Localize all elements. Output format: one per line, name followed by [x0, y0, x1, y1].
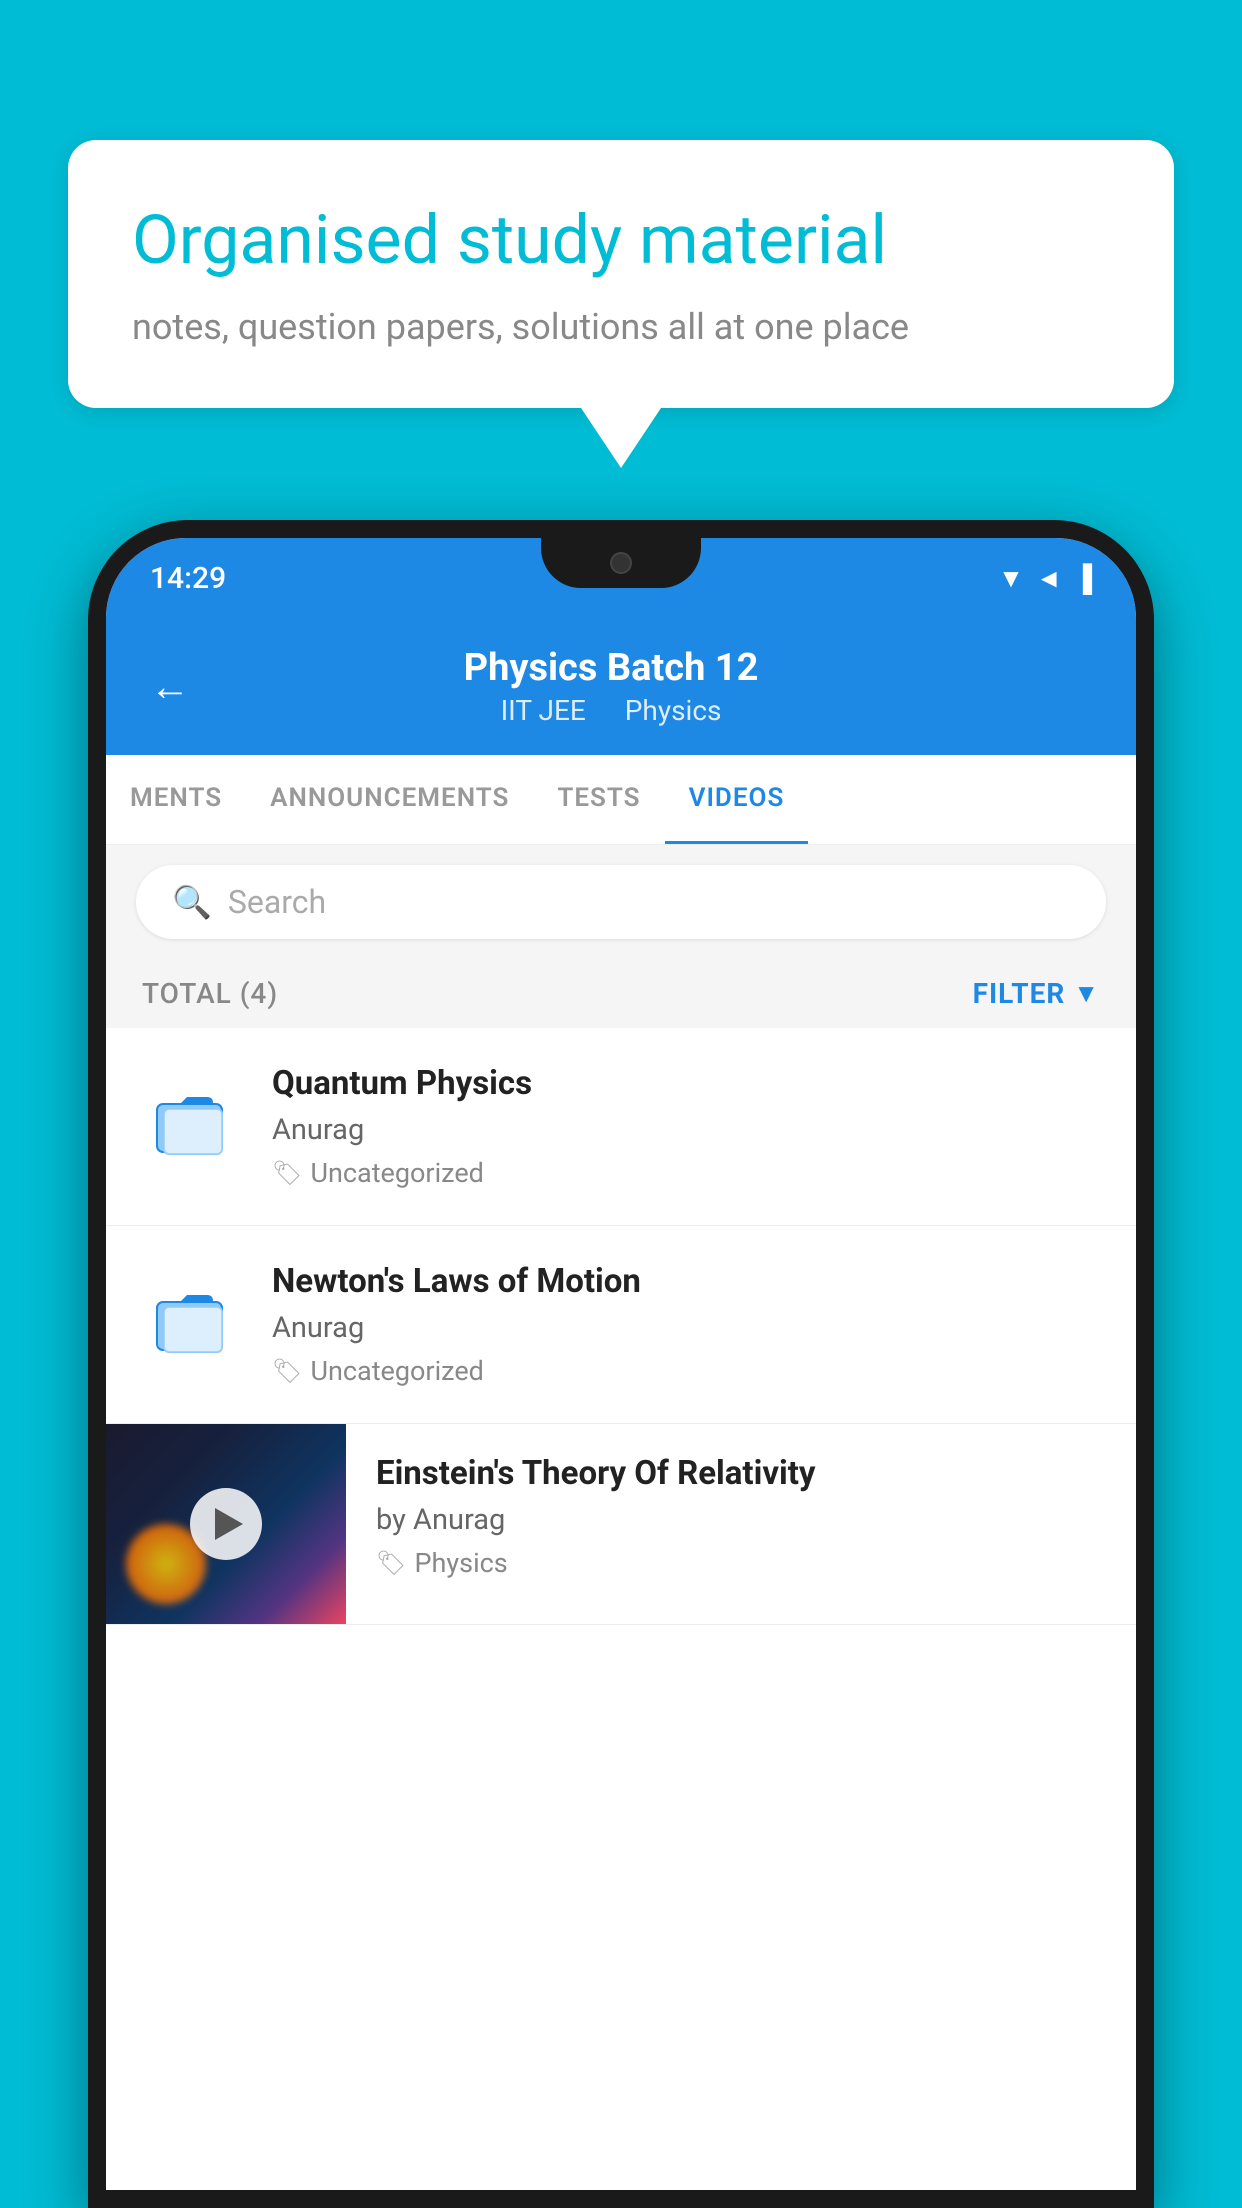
tag-icon-2: 🏷	[272, 1357, 302, 1385]
app-header: ← Physics Batch 12 IIT JEE Physics	[106, 618, 1136, 755]
filter-icon: ▼	[1073, 978, 1100, 1009]
search-bar[interactable]: 🔍 Search	[136, 865, 1106, 939]
speech-bubble-subtitle: notes, question papers, solutions all at…	[132, 306, 1110, 348]
speech-bubble: Organised study material notes, question…	[68, 140, 1174, 408]
video-author: Anurag	[272, 1113, 1100, 1147]
speech-bubble-container: Organised study material notes, question…	[68, 140, 1174, 468]
video-info-einstein: Einstein's Theory Of Relativity by Anura…	[346, 1424, 1136, 1609]
filter-button[interactable]: FILTER ▼	[973, 977, 1100, 1010]
video-thumbnail-einstein	[106, 1424, 346, 1624]
speech-bubble-title: Organised study material	[132, 200, 1110, 282]
video-title-einstein: Einstein's Theory Of Relativity	[376, 1454, 1106, 1493]
phone-frame: 14:29 ▼ ◄ ▐ ← Physics Batch 12 IIT JEE P…	[88, 520, 1154, 2208]
status-time: 14:29	[150, 561, 226, 596]
header-title: Physics Batch 12	[220, 646, 1002, 690]
video-title: Quantum Physics	[272, 1064, 1100, 1103]
video-tag-einstein: 🏷 Physics	[376, 1547, 1106, 1579]
tab-ments[interactable]: MENTS	[106, 755, 246, 844]
wifi-icon: ▼	[998, 563, 1024, 594]
video-author-newton: Anurag	[272, 1311, 1100, 1345]
tab-videos[interactable]: VIDEOS	[665, 755, 809, 844]
folder-icon	[152, 1079, 232, 1159]
header-subtitle-left: IIT JEE	[501, 694, 586, 727]
search-icon: 🔍	[172, 883, 212, 921]
back-button[interactable]: ←	[150, 663, 190, 710]
filter-bar: TOTAL (4) FILTER ▼	[106, 959, 1136, 1028]
list-item[interactable]: Quantum Physics Anurag 🏷 Uncategorized	[106, 1028, 1136, 1226]
play-button[interactable]	[190, 1488, 262, 1560]
tab-announcements[interactable]: ANNOUNCEMENTS	[246, 755, 533, 844]
speech-bubble-tail	[581, 408, 661, 468]
tabs-bar: MENTS ANNOUNCEMENTS TESTS VIDEOS	[106, 755, 1136, 845]
folder-icon-container-2	[142, 1262, 242, 1372]
total-count: TOTAL (4)	[142, 977, 278, 1010]
video-title-newton: Newton's Laws of Motion	[272, 1262, 1100, 1301]
notch	[541, 538, 701, 588]
video-tag-label-newton: Uncategorized	[310, 1355, 483, 1387]
battery-icon: ▐	[1074, 563, 1092, 594]
video-info-newton: Newton's Laws of Motion Anurag 🏷 Uncateg…	[272, 1262, 1100, 1387]
header-subtitle: IIT JEE Physics	[220, 694, 1002, 727]
folder-icon-container	[142, 1064, 242, 1174]
signal-icon: ◄	[1036, 563, 1062, 594]
status-bar: 14:29 ▼ ◄ ▐	[106, 538, 1136, 618]
video-author-einstein: by Anurag	[376, 1503, 1106, 1537]
header-subtitle-right: Physics	[625, 694, 722, 727]
tag-icon-3: 🏷	[376, 1549, 406, 1577]
tab-tests[interactable]: TESTS	[533, 755, 664, 844]
video-tag-label: Uncategorized	[310, 1157, 483, 1189]
list-item[interactable]: Newton's Laws of Motion Anurag 🏷 Uncateg…	[106, 1226, 1136, 1424]
video-tag: 🏷 Uncategorized	[272, 1157, 1100, 1189]
tag-icon: 🏷	[272, 1159, 302, 1187]
phone-screen: 14:29 ▼ ◄ ▐ ← Physics Batch 12 IIT JEE P…	[106, 538, 1136, 2190]
video-list: Quantum Physics Anurag 🏷 Uncategorized	[106, 1028, 1136, 1625]
search-placeholder: Search	[228, 883, 326, 921]
video-tag-newton: 🏷 Uncategorized	[272, 1355, 1100, 1387]
camera-dot	[610, 552, 632, 574]
video-tag-label-einstein: Physics	[414, 1547, 507, 1579]
search-bar-container: 🔍 Search	[106, 845, 1136, 959]
status-icons: ▼ ◄ ▐	[998, 563, 1092, 594]
play-triangle-icon	[215, 1508, 243, 1540]
header-title-block: Physics Batch 12 IIT JEE Physics	[220, 646, 1002, 727]
filter-label: FILTER	[973, 977, 1066, 1010]
folder-icon-2	[152, 1277, 232, 1357]
list-item[interactable]: Einstein's Theory Of Relativity by Anura…	[106, 1424, 1136, 1625]
video-info-quantum: Quantum Physics Anurag 🏷 Uncategorized	[272, 1064, 1100, 1189]
